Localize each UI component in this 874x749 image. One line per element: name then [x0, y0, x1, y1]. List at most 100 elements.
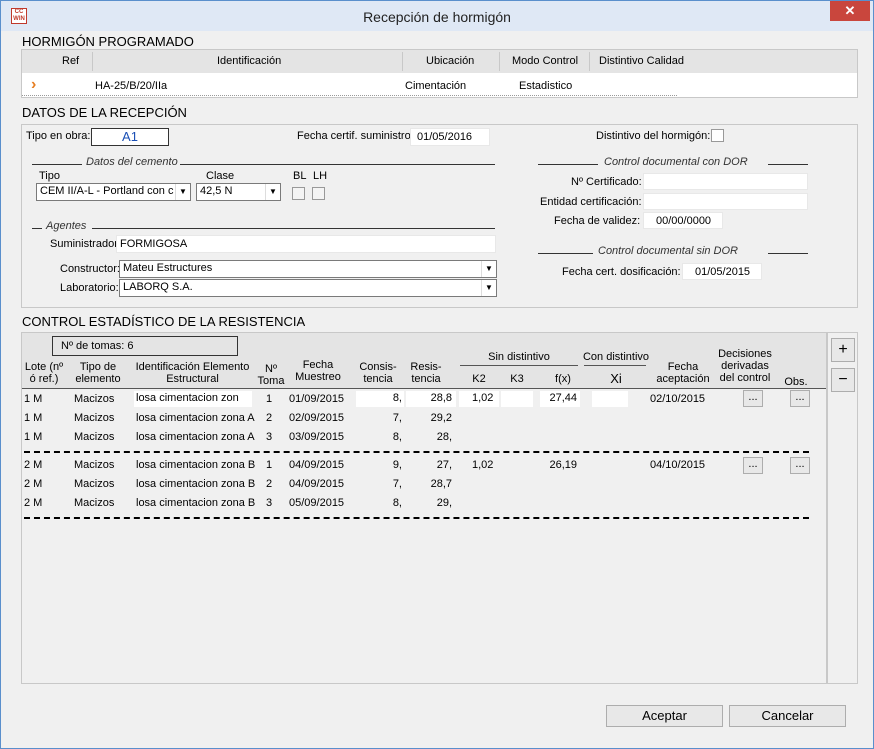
- title-bar: CC WIN Recepción de hormigón ✕: [1, 1, 873, 31]
- row-ident: HA-25/B/20/IIa: [95, 80, 168, 92]
- obs-button[interactable]: ...: [790, 457, 810, 474]
- cell-consis[interactable]: 8,: [356, 391, 404, 407]
- row-selected-icon: ›: [31, 76, 37, 93]
- cell-fx[interactable]: 27,44: [540, 391, 580, 407]
- cell-toma: 2: [266, 412, 273, 424]
- bl-checkbox[interactable]: [292, 187, 305, 200]
- cell-xi[interactable]: [592, 391, 628, 407]
- header-divider: [22, 388, 826, 389]
- cell-consis: 8,: [392, 497, 402, 509]
- laboratorio-select[interactable]: LABORQ S.A. ▼: [119, 279, 497, 297]
- cell-tipo: Macizos: [74, 459, 115, 471]
- cell-ident[interactable]: losa cimentacion zon: [134, 391, 252, 407]
- chevron-down-icon: ▼: [265, 184, 280, 200]
- hdr-consis: Consis- tencia: [359, 361, 397, 385]
- cell-k2[interactable]: 1,02: [459, 391, 499, 407]
- cell-lote: 1 M: [24, 431, 43, 443]
- col-divider: [402, 52, 403, 71]
- fecha-validez-field[interactable]: 00/00/0000: [643, 212, 723, 229]
- cell-lote: 2 M: [24, 459, 43, 471]
- n-cert-field[interactable]: [643, 173, 808, 190]
- tipo-obra-label: Tipo en obra:: [26, 130, 91, 142]
- constructor-select[interactable]: Mateu Estructures ▼: [119, 260, 497, 278]
- clase-select[interactable]: 42,5 N ▼: [196, 183, 281, 201]
- cell-lote: 2 M: [24, 497, 43, 509]
- divider: [584, 365, 646, 366]
- obs-button[interactable]: ...: [790, 390, 810, 407]
- cell-resis: 27,: [436, 459, 452, 471]
- hdr-obs: Obs.: [784, 376, 808, 388]
- cell-consis: 9,: [392, 459, 402, 471]
- cell-ident: losa cimentacion zona B: [136, 459, 256, 471]
- col-modo: Modo Control: [512, 55, 579, 67]
- chevron-down-icon: ▼: [481, 280, 496, 296]
- window-title: Recepción de hormigón: [363, 9, 511, 25]
- cell-resis: 29,: [436, 497, 452, 509]
- cell-tipo: Macizos: [74, 431, 115, 443]
- lh-checkbox[interactable]: [312, 187, 325, 200]
- cell-lote: 1 M: [24, 393, 43, 405]
- cell-tipo: Macizos: [74, 478, 115, 490]
- cell-consis: 7,: [392, 412, 402, 424]
- decisiones-button[interactable]: ...: [743, 390, 763, 407]
- chevron-down-icon: ▼: [481, 261, 496, 277]
- tipo-label: Tipo: [39, 170, 60, 182]
- remove-row-button[interactable]: −: [831, 368, 855, 392]
- cell-fecha: 04/09/2015: [289, 478, 345, 490]
- recepcion-panel: Tipo en obra: A1 Fecha certif. suministr…: [21, 124, 858, 308]
- constructor-label: Constructor:: [60, 263, 120, 275]
- divider: [92, 228, 495, 229]
- close-button[interactable]: ✕: [830, 1, 870, 21]
- cell-fecha: 01/09/2015: [289, 393, 345, 405]
- tipo-cemento-select[interactable]: CEM II/A-L - Portland con c ▼: [36, 183, 191, 201]
- hdr-fx: f(x): [555, 373, 571, 385]
- lh-label: LH: [313, 170, 328, 182]
- decisiones-button[interactable]: ...: [743, 457, 763, 474]
- cell-toma: 2: [266, 478, 273, 490]
- cancel-button[interactable]: Cancelar: [729, 705, 846, 727]
- cell-fx: 26,19: [549, 459, 577, 471]
- hdr-xi: Xi: [610, 371, 622, 386]
- n-cert-label: Nº Certificado:: [571, 176, 642, 188]
- clase-value: 42,5 N: [200, 185, 233, 197]
- entidad-field[interactable]: [643, 193, 808, 210]
- fecha-dosif-label: Fecha cert. dosificación:: [562, 266, 681, 278]
- divider: [538, 253, 593, 254]
- fecha-dosif-field[interactable]: 01/05/2015: [682, 263, 762, 280]
- hdr-toma: Nº Toma: [257, 363, 285, 387]
- hdr-lote: Lote (nº ó ref.): [24, 361, 64, 385]
- entidad-label: Entidad certificación:: [540, 196, 642, 208]
- cell-k2: 1,02: [472, 459, 494, 471]
- cell-resis: 28,7: [430, 478, 452, 490]
- cell-consis: 7,: [392, 478, 402, 490]
- lote-separator: [24, 517, 809, 519]
- divider: [180, 164, 495, 165]
- hdr-ident: Identificación Elemento Estructural: [135, 361, 250, 385]
- chevron-down-icon: ▼: [175, 184, 190, 200]
- hdr-k3: K3: [510, 373, 524, 385]
- cell-consis: 8,: [392, 431, 402, 443]
- accept-button[interactable]: Aceptar: [606, 705, 723, 727]
- cell-tipo: Macizos: [74, 497, 115, 509]
- divider: [768, 164, 808, 165]
- tipo-obra-field[interactable]: A1: [91, 128, 169, 146]
- col-divider: [499, 52, 500, 71]
- distintivo-checkbox[interactable]: [711, 129, 724, 142]
- cell-fecha-aceptacion: 02/10/2015: [650, 393, 706, 405]
- hdr-fecha: Fecha Muestreo: [295, 359, 341, 383]
- dor-title: Control documental con DOR: [604, 156, 748, 168]
- cell-resis[interactable]: 28,8: [406, 391, 456, 407]
- cell-k3[interactable]: [501, 391, 533, 407]
- col-ident: Identificación: [217, 55, 282, 67]
- divider: [538, 164, 598, 165]
- fecha-cert-field[interactable]: 01/05/2016: [410, 128, 490, 146]
- cell-toma: 1: [266, 393, 273, 405]
- row-divider: [22, 95, 677, 96]
- divider: [32, 228, 42, 229]
- suministrador-field[interactable]: FORMIGOSA: [116, 235, 496, 253]
- cell-resis: 29,2: [430, 412, 452, 424]
- hdr-con-distintivo: Con distintivo: [582, 351, 650, 363]
- recepcion-title: DATOS DE LA RECEPCIÓN: [22, 105, 187, 120]
- row-actions-panel: + −: [827, 332, 858, 684]
- add-row-button[interactable]: +: [831, 338, 855, 362]
